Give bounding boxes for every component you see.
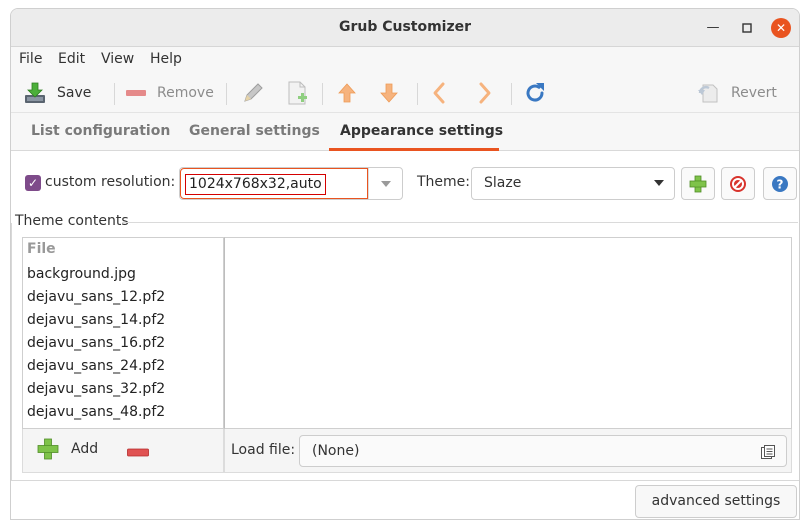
resolution-input[interactable]: 1024x768x32,auto xyxy=(180,168,368,199)
help-icon: ? xyxy=(772,175,788,192)
tab-general-settings[interactable]: General settings xyxy=(189,123,320,139)
save-label: Save xyxy=(57,85,92,101)
theme-contents-label: Theme contents xyxy=(15,213,131,229)
move-down-button[interactable] xyxy=(377,79,401,107)
load-file-bar: Load file: (None) xyxy=(224,429,792,473)
custom-resolution-checkbox[interactable]: ✓ xyxy=(25,175,41,191)
custom-resolution-label: custom resolution: xyxy=(45,174,176,190)
toolbar-separator xyxy=(226,83,227,105)
list-item[interactable]: dejavu_sans_16.pf2 xyxy=(27,335,165,351)
advanced-settings-button[interactable]: advanced settings xyxy=(635,485,797,518)
resolution-dropdown-button[interactable] xyxy=(368,168,402,199)
load-file-label: Load file: xyxy=(231,442,296,458)
new-document-icon xyxy=(288,81,307,105)
refresh-button[interactable] xyxy=(523,79,547,107)
rename-button[interactable] xyxy=(241,79,265,107)
revert-icon xyxy=(698,84,718,103)
list-item[interactable]: dejavu_sans_12.pf2 xyxy=(27,289,165,305)
move-right-button[interactable] xyxy=(475,79,495,107)
resolution-combo: 1024x768x32,auto xyxy=(179,167,403,200)
remove-icon xyxy=(126,90,146,96)
save-icon xyxy=(25,82,45,103)
app-window: Grub Customizer — ✕ File Edit View Help … xyxy=(10,8,800,520)
chevron-right-icon xyxy=(479,82,491,104)
load-file-chooser[interactable]: (None) xyxy=(299,435,787,467)
theme-file-list[interactable]: File background.jpg dejavu_sans_12.pf2 d… xyxy=(22,237,224,429)
toolbar: Save Remove Revert xyxy=(11,73,799,113)
load-file-value: (None) xyxy=(312,443,360,459)
menu-file[interactable]: File xyxy=(19,51,42,67)
tab-list-configuration[interactable]: List configuration xyxy=(31,123,170,139)
remove-label: Remove xyxy=(157,85,214,101)
menu-edit[interactable]: Edit xyxy=(58,51,85,67)
theme-select[interactable]: Slaze xyxy=(471,167,675,200)
add-label: Add xyxy=(71,441,99,457)
toolbar-separator xyxy=(417,83,418,105)
add-theme-button[interactable] xyxy=(681,167,715,200)
tab-bar: List configuration General settings Appe… xyxy=(11,113,799,151)
chevron-down-icon xyxy=(654,180,664,186)
revert-button[interactable]: Revert xyxy=(697,79,777,107)
file-column-header: File xyxy=(27,241,56,257)
menu-view[interactable]: View xyxy=(101,51,134,67)
window-title: Grub Customizer xyxy=(338,19,472,35)
toolbar-separator xyxy=(114,83,115,105)
theme-value: Slaze xyxy=(484,175,522,191)
chevron-left-icon xyxy=(433,82,445,104)
file-chooser-icon xyxy=(761,445,775,459)
file-preview-area xyxy=(224,237,792,429)
move-left-button[interactable] xyxy=(429,79,449,107)
list-item[interactable]: dejavu_sans_48.pf2 xyxy=(27,404,165,420)
arrow-up-icon xyxy=(338,83,356,103)
title-bar: Grub Customizer — ✕ xyxy=(11,9,799,47)
minimize-icon[interactable]: — xyxy=(703,18,723,38)
list-item[interactable]: background.jpg xyxy=(27,266,136,282)
menu-help[interactable]: Help xyxy=(150,51,182,67)
arrow-down-icon xyxy=(380,83,398,103)
help-button[interactable]: ? xyxy=(763,167,797,200)
svg-text:?: ? xyxy=(777,177,784,191)
plus-icon xyxy=(689,175,707,192)
chevron-down-icon xyxy=(380,180,391,187)
refresh-icon xyxy=(526,83,544,102)
toolbar-separator xyxy=(511,83,512,105)
plus-icon xyxy=(37,438,59,460)
save-button[interactable]: Save xyxy=(23,79,91,107)
list-item[interactable]: dejavu_sans_24.pf2 xyxy=(27,358,165,374)
menu-bar: File Edit View Help xyxy=(11,47,799,73)
close-icon[interactable]: ✕ xyxy=(771,18,791,38)
list-item[interactable]: dejavu_sans_14.pf2 xyxy=(27,312,165,328)
minus-icon xyxy=(127,448,149,457)
pencil-icon xyxy=(244,83,263,102)
remove-button[interactable]: Remove xyxy=(125,79,214,107)
revert-label: Revert xyxy=(731,85,777,101)
frame-divider xyxy=(122,222,798,223)
tab-appearance-settings[interactable]: Appearance settings xyxy=(340,123,503,139)
maximize-icon[interactable] xyxy=(737,18,757,38)
list-item[interactable]: dejavu_sans_32.pf2 xyxy=(27,381,165,397)
remove-theme-button[interactable] xyxy=(721,167,755,200)
file-actions-bar: Add xyxy=(22,429,224,473)
remove-file-button[interactable] xyxy=(127,446,149,462)
toolbar-separator xyxy=(322,83,323,105)
resolution-value: 1024x768x32,auto xyxy=(185,174,326,195)
block-icon xyxy=(730,175,746,192)
move-up-button[interactable] xyxy=(335,79,359,107)
theme-label: Theme: xyxy=(417,174,471,190)
add-file-button[interactable]: Add xyxy=(37,438,98,460)
create-entry-button[interactable] xyxy=(285,79,309,107)
appearance-panel: ✓ custom resolution: 1024x768x32,auto Th… xyxy=(11,151,799,519)
